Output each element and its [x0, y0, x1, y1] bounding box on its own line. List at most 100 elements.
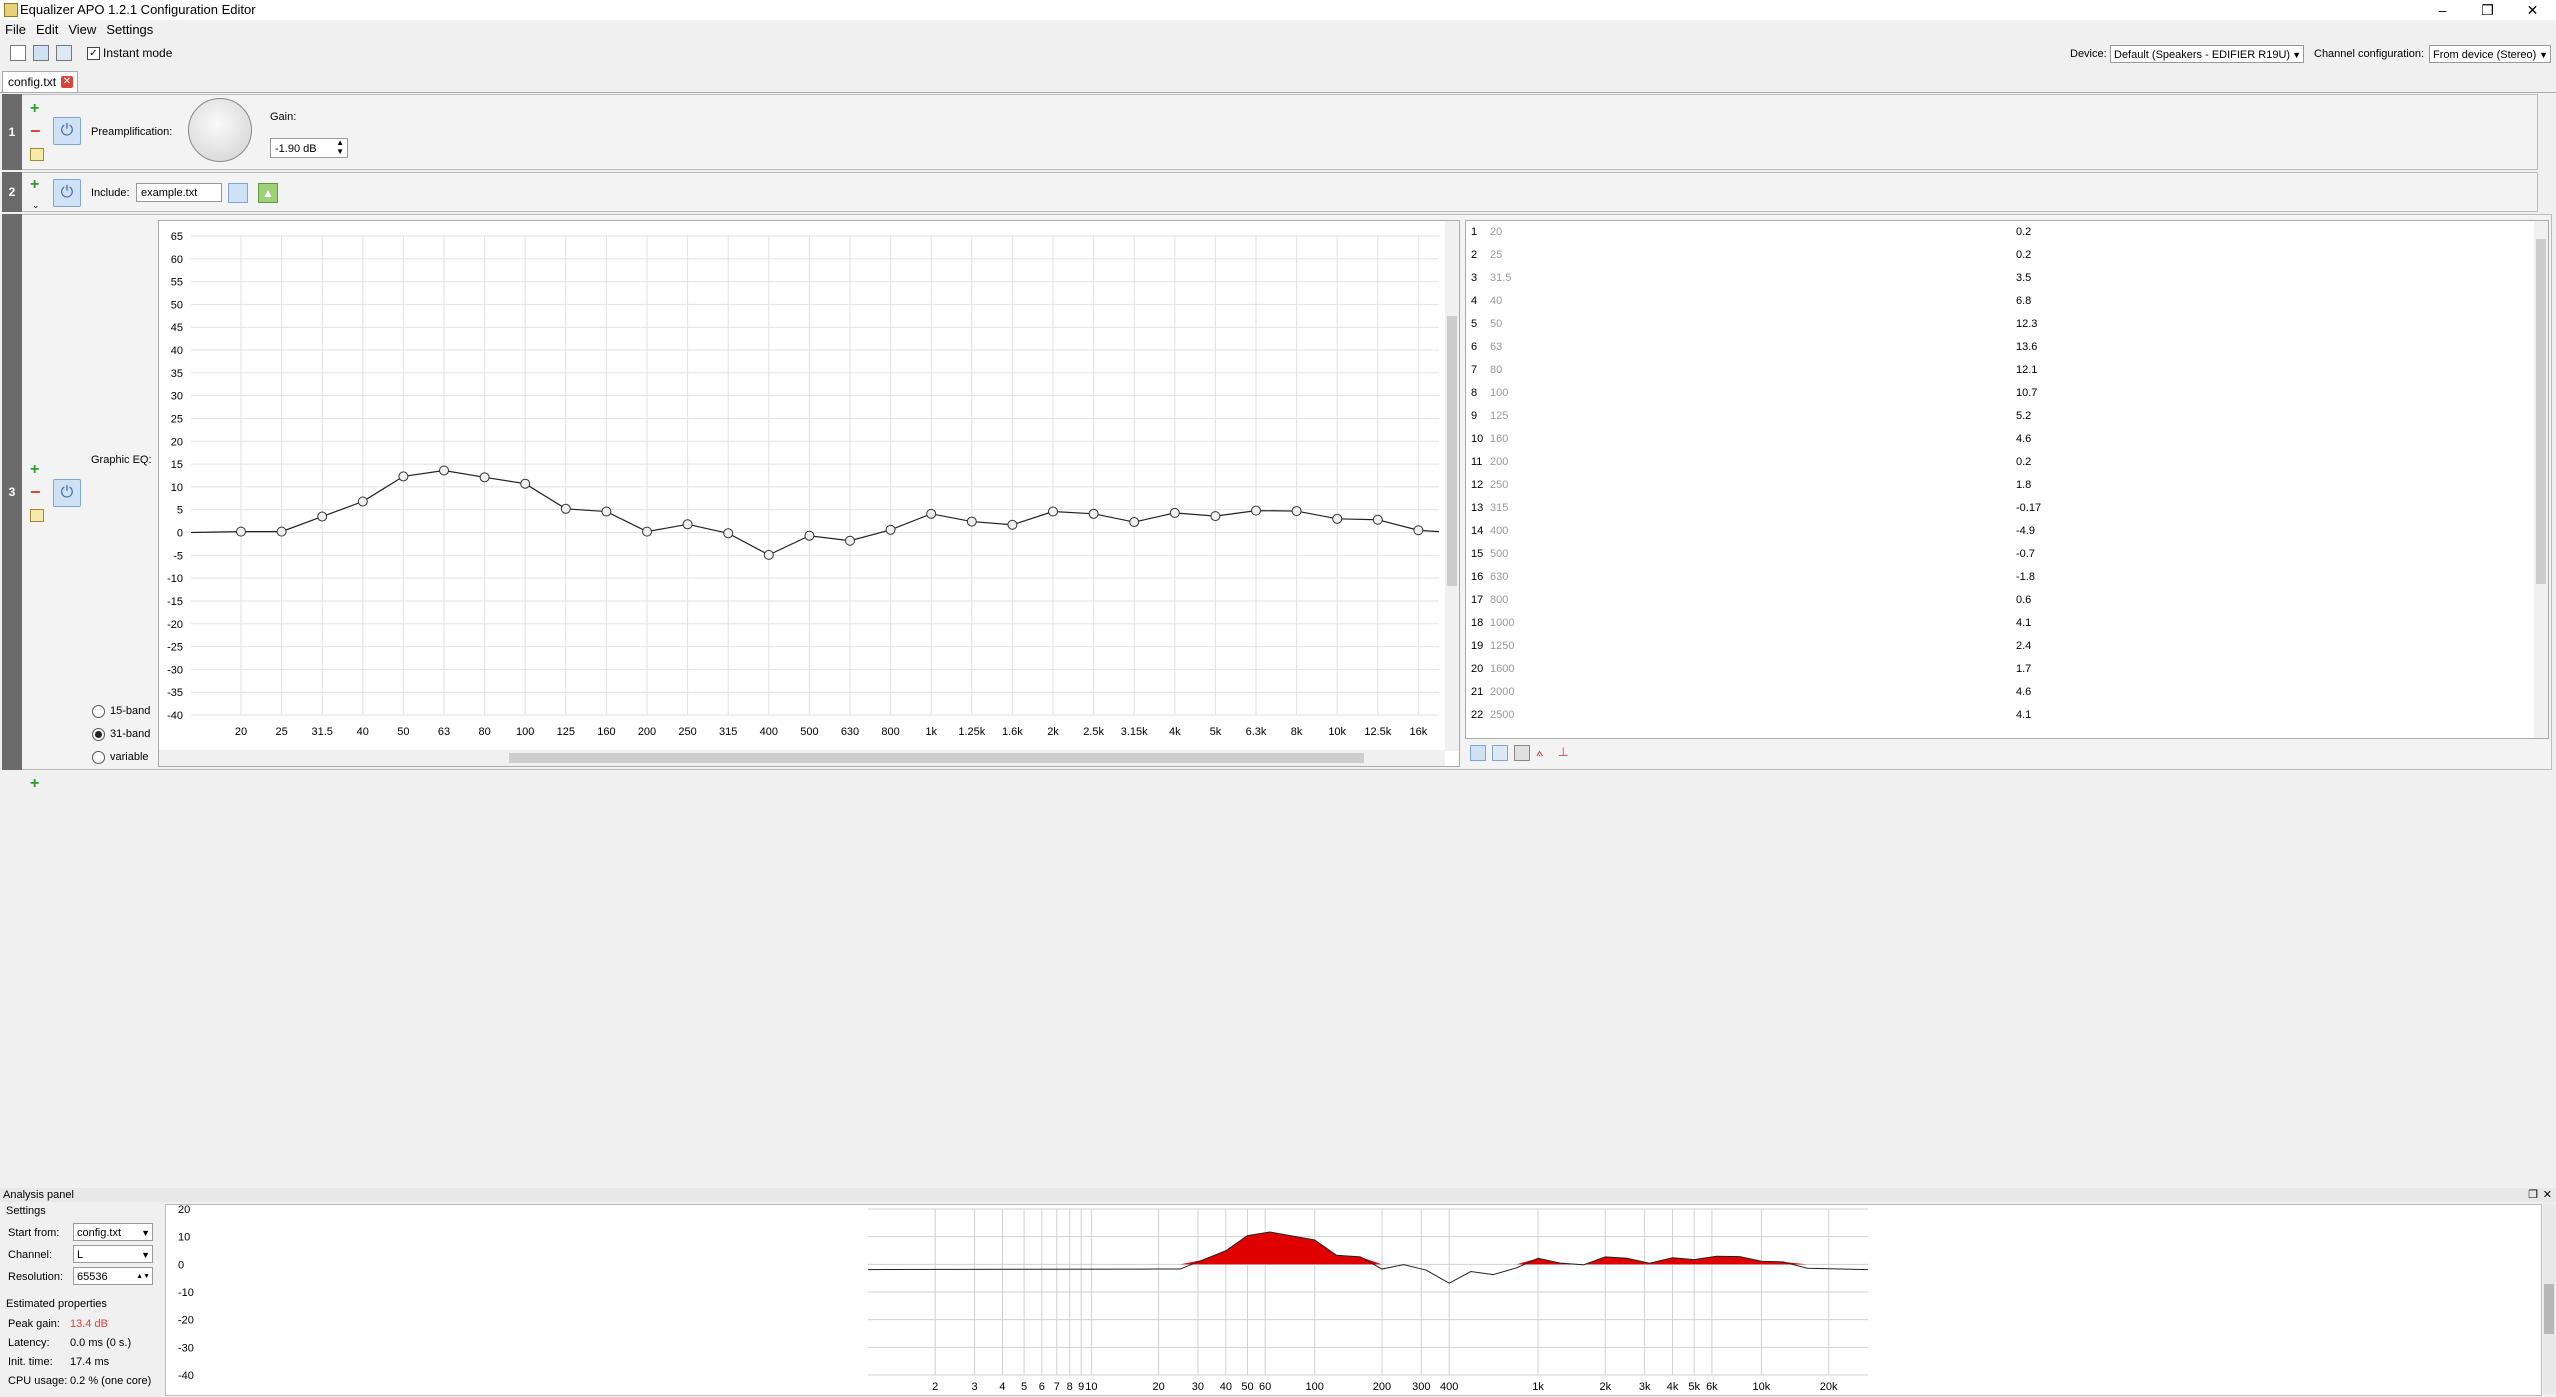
- row-frequency[interactable]: 20: [1490, 221, 1502, 244]
- start-from-select[interactable]: config.txt ▼: [73, 1223, 153, 1241]
- gain-spinbox[interactable]: -1.90 dB ▲ ▼: [270, 138, 348, 158]
- row-frequency[interactable]: 1600: [1490, 658, 1514, 681]
- scrollbar-thumb[interactable]: [509, 753, 1364, 763]
- minimize-button[interactable]: –: [2420, 0, 2465, 20]
- row-gain[interactable]: -1.8: [2016, 566, 2035, 589]
- row-frequency[interactable]: 2500: [1490, 704, 1514, 727]
- table-row[interactable]: 14 400 -4.9: [1466, 520, 2548, 543]
- include-file-input[interactable]: example.txt: [136, 183, 222, 202]
- row-frequency[interactable]: 80: [1490, 359, 1502, 382]
- table-row[interactable]: 18 1000 4.1: [1466, 612, 2548, 635]
- eq-band-handle[interactable]: [763, 549, 774, 560]
- table-row[interactable]: 20 1600 1.7: [1466, 658, 2548, 681]
- eq-band-handle[interactable]: [276, 526, 287, 537]
- row-gain[interactable]: 4.1: [2016, 704, 2031, 727]
- eq-band-handle[interactable]: [1169, 507, 1180, 518]
- row-gain[interactable]: 6.8: [2016, 290, 2031, 313]
- upload-icon[interactable]: ▲: [258, 183, 278, 203]
- row-frequency[interactable]: 800: [1490, 589, 1508, 612]
- normalize-icon[interactable]: ⊥: [1558, 745, 1572, 759]
- table-row[interactable]: 4 40 6.8: [1466, 290, 2548, 313]
- table-row[interactable]: 9 125 5.2: [1466, 405, 2548, 428]
- eq-band-handle[interactable]: [1251, 505, 1261, 516]
- eq-band-handle[interactable]: [1372, 514, 1383, 525]
- row-gain[interactable]: -0.7: [2016, 543, 2035, 566]
- instant-mode-checkbox[interactable]: ✓: [87, 47, 100, 60]
- table-row[interactable]: 1 20 0.2: [1466, 221, 2548, 244]
- import-icon[interactable]: [1492, 745, 1508, 761]
- vertical-scrollbar[interactable]: [2534, 221, 2548, 738]
- eq-band-handle[interactable]: [601, 506, 612, 517]
- table-row[interactable]: 13 315 -0.17: [1466, 497, 2548, 520]
- row-frequency[interactable]: 50: [1490, 313, 1502, 336]
- row-gain[interactable]: 12.3: [2016, 313, 2037, 336]
- eq-band-handle[interactable]: [1291, 506, 1302, 517]
- add-filter-icon[interactable]: +: [30, 177, 39, 193]
- eq-band-handle[interactable]: [966, 516, 977, 527]
- power-icon[interactable]: ⏻: [53, 117, 81, 145]
- expand-icon[interactable]: ⌄: [32, 200, 40, 211]
- device-select[interactable]: Default (Speakers - EDIFIER R19U) ▼: [2110, 45, 2304, 63]
- table-row[interactable]: 7 80 12.1: [1466, 359, 2548, 382]
- analysis-scrollbar[interactable]: [2543, 1204, 2555, 1394]
- save-icon[interactable]: [33, 45, 49, 61]
- row-gain[interactable]: 13.6: [2016, 336, 2037, 359]
- radio-15-band[interactable]: [92, 705, 105, 718]
- row-frequency[interactable]: 400: [1490, 520, 1508, 543]
- add-filter-icon[interactable]: +: [30, 462, 39, 478]
- eq-band-handle[interactable]: [885, 524, 896, 535]
- band-table[interactable]: 1 20 0.2 2 25 0.2 3 31.5 3.5 4 40 6.8 5 50 12.3 6 63 13.6…: [1465, 220, 2549, 739]
- table-row[interactable]: 17 800 0.6: [1466, 589, 2548, 612]
- row-gain[interactable]: 1.8: [2016, 474, 2031, 497]
- eq-band-handle[interactable]: [357, 496, 368, 507]
- table-row[interactable]: 19 1250 2.4: [1466, 635, 2548, 658]
- open-file-icon[interactable]: [228, 183, 248, 203]
- edit-icon[interactable]: [30, 148, 44, 161]
- scrollbar-thumb[interactable]: [2544, 1284, 2554, 1334]
- eq-band-handle[interactable]: [642, 526, 652, 537]
- eq-band-handle[interactable]: [845, 535, 855, 546]
- table-row[interactable]: 6 63 13.6: [1466, 336, 2548, 359]
- row-gain[interactable]: -4.9: [2016, 520, 2035, 543]
- table-row[interactable]: 3 31.5 3.5: [1466, 267, 2548, 290]
- row-frequency[interactable]: 160: [1490, 428, 1508, 451]
- row-gain[interactable]: 2.4: [2016, 635, 2031, 658]
- invert-icon[interactable]: ⟑: [1536, 745, 1550, 759]
- table-row[interactable]: 5 50 12.3: [1466, 313, 2548, 336]
- row-frequency[interactable]: 315: [1490, 497, 1508, 520]
- row-gain[interactable]: 4.6: [2016, 428, 2031, 451]
- channel-config-select[interactable]: From device (Stereo) ▼: [2429, 45, 2551, 63]
- eq-band-handle[interactable]: [926, 508, 937, 519]
- eq-band-handle[interactable]: [1048, 506, 1058, 517]
- spin-arrows-icon[interactable]: ▲▼: [136, 1268, 150, 1286]
- row-gain[interactable]: 10.7: [2016, 382, 2037, 405]
- menu-file[interactable]: File: [0, 22, 31, 37]
- row-frequency[interactable]: 63: [1490, 336, 1502, 359]
- row-frequency[interactable]: 25: [1490, 244, 1502, 267]
- eq-band-handle[interactable]: [682, 519, 693, 530]
- row-gain[interactable]: 5.2: [2016, 405, 2031, 428]
- table-row[interactable]: 8 100 10.7: [1466, 382, 2548, 405]
- new-file-icon[interactable]: [10, 45, 26, 61]
- channel-select[interactable]: L ▼: [73, 1245, 153, 1263]
- table-row[interactable]: 22 2500 4.1: [1466, 704, 2548, 727]
- edit-icon[interactable]: [30, 509, 44, 522]
- menu-edit[interactable]: Edit: [31, 22, 63, 37]
- radio-variable[interactable]: [92, 751, 105, 764]
- eq-band-handle[interactable]: [1413, 525, 1424, 536]
- eq-band-handle[interactable]: [236, 526, 246, 537]
- row-frequency[interactable]: 250: [1490, 474, 1508, 497]
- graphic-eq-graph[interactable]: 20 25 31.5 40 50 63 80 100 125 160 200 250 315 400 500…: [158, 220, 1460, 767]
- eq-band-handle[interactable]: [804, 530, 815, 541]
- eq-band-handle[interactable]: [1007, 519, 1018, 530]
- restore-button[interactable]: ❐: [2465, 0, 2510, 20]
- table-row[interactable]: 2 25 0.2: [1466, 244, 2548, 267]
- row-gain[interactable]: 0.2: [2016, 451, 2031, 474]
- scrollbar-thumb[interactable]: [1447, 316, 1457, 586]
- table-row[interactable]: 11 200 0.2: [1466, 451, 2548, 474]
- power-icon[interactable]: ⏻: [53, 479, 81, 507]
- scrollbar-thumb[interactable]: [2536, 239, 2546, 584]
- row-frequency[interactable]: 500: [1490, 543, 1508, 566]
- eq-band-handle[interactable]: [479, 472, 490, 483]
- save-all-icon[interactable]: [56, 45, 72, 61]
